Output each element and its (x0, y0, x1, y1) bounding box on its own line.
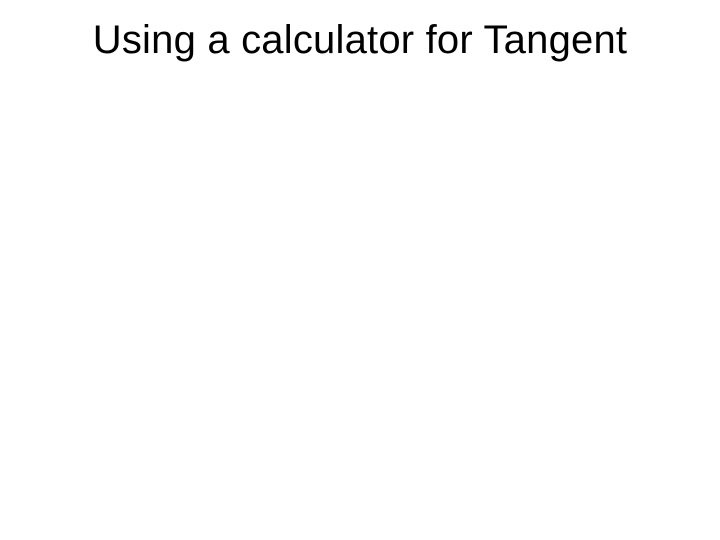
slide: Using a calculator for Tangent (0, 0, 720, 540)
slide-title: Using a calculator for Tangent (0, 18, 720, 63)
